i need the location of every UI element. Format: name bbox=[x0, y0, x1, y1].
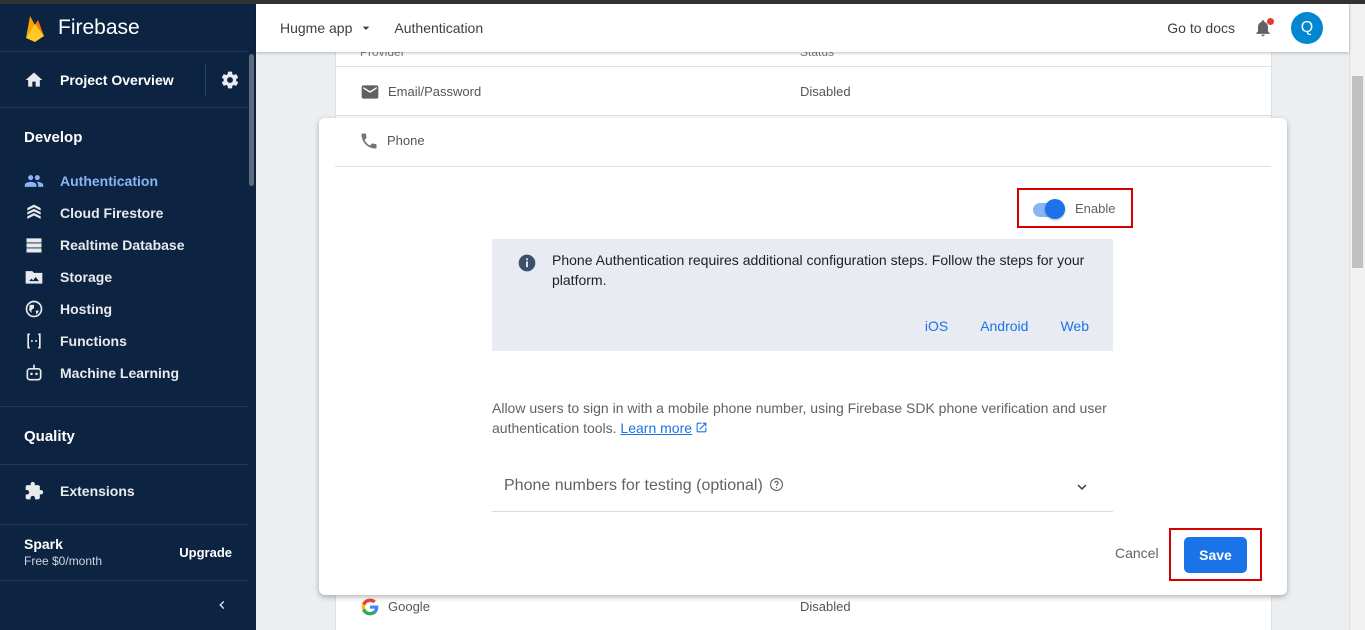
firebase-logo-icon bbox=[26, 15, 44, 42]
testing-numbers-label: Phone numbers for testing (optional) bbox=[504, 477, 784, 495]
storage-icon bbox=[24, 267, 44, 287]
database-icon bbox=[24, 235, 44, 255]
plan-name: Spark bbox=[24, 535, 63, 552]
quality-section-title[interactable]: Quality bbox=[0, 428, 256, 445]
sidebar-item-label: Hosting bbox=[60, 301, 113, 317]
sidebar-item-authentication[interactable]: Authentication bbox=[0, 165, 256, 197]
sidebar-item-label: Storage bbox=[60, 269, 113, 285]
avatar[interactable]: Q bbox=[1291, 12, 1323, 44]
brand-name: Firebase bbox=[58, 15, 140, 39]
sidebar-item-cloud-firestore[interactable]: Cloud Firestore bbox=[0, 197, 256, 229]
web-link[interactable]: Web bbox=[1060, 318, 1089, 334]
help-icon[interactable] bbox=[769, 477, 784, 492]
enable-label: Enable bbox=[1075, 201, 1116, 216]
project-overview-link[interactable]: Project Overview bbox=[60, 72, 205, 88]
phone-provider-card: Phone Enable Phone Authentication requir… bbox=[319, 118, 1287, 595]
go-to-docs-link[interactable]: Go to docs bbox=[1167, 20, 1235, 36]
provider-name: Google bbox=[388, 599, 430, 614]
page-title: Authentication bbox=[394, 20, 484, 36]
google-icon bbox=[361, 598, 379, 616]
enable-toggle-highlight: Enable bbox=[1017, 188, 1133, 228]
extensions-icon bbox=[24, 481, 44, 501]
sidebar: Firebase Project Overview Develop Authen… bbox=[0, 4, 256, 630]
phone-icon bbox=[361, 133, 377, 149]
project-selector[interactable]: Hugme app bbox=[280, 20, 374, 36]
save-button[interactable]: Save bbox=[1184, 537, 1247, 573]
sidebar-item-label: Machine Learning bbox=[60, 365, 180, 381]
sidebar-item-functions[interactable]: Functions bbox=[0, 325, 256, 357]
upgrade-button[interactable]: Upgrade bbox=[179, 545, 232, 560]
functions-icon bbox=[24, 331, 44, 351]
project-name: Hugme app bbox=[280, 20, 353, 36]
sidebar-scrollbar[interactable] bbox=[248, 4, 256, 630]
scrollbar-thumb[interactable] bbox=[249, 54, 254, 186]
develop-section-title[interactable]: Develop bbox=[0, 129, 256, 146]
info-icon bbox=[518, 254, 536, 272]
notification-dot bbox=[1267, 18, 1274, 25]
firebase-brand[interactable]: Firebase bbox=[0, 4, 256, 52]
sidebar-item-label: Realtime Database bbox=[60, 237, 185, 253]
divider bbox=[0, 464, 256, 465]
sidebar-item-label: Functions bbox=[60, 333, 127, 349]
page-scrollbar[interactable] bbox=[1349, 4, 1365, 630]
save-button-highlight: Save bbox=[1169, 528, 1262, 581]
description-text: Allow users to sign in with a mobile pho… bbox=[492, 400, 1107, 436]
chevron-left-icon bbox=[219, 601, 225, 609]
scrollbar-thumb[interactable] bbox=[1352, 76, 1363, 268]
enable-toggle[interactable] bbox=[1031, 199, 1067, 219]
toggle-knob bbox=[1045, 199, 1065, 219]
provider-status: Disabled bbox=[800, 84, 851, 99]
develop-nav: Authentication Cloud Firestore Realtime … bbox=[0, 165, 256, 389]
extensions-nav: Extensions bbox=[0, 475, 256, 507]
external-link-icon bbox=[696, 422, 707, 433]
divider bbox=[205, 63, 206, 96]
firestore-icon bbox=[24, 203, 44, 223]
plan-price: Free $0/month bbox=[24, 553, 103, 568]
sidebar-item-machine-learning[interactable]: Machine Learning bbox=[0, 357, 256, 389]
provider-name: Phone bbox=[387, 133, 425, 148]
home-icon bbox=[25, 72, 43, 87]
caret-down-icon bbox=[363, 26, 370, 30]
provider-name: Email/Password bbox=[388, 84, 482, 99]
project-overview-row: Project Overview bbox=[0, 52, 256, 108]
cancel-button[interactable]: Cancel bbox=[1115, 545, 1159, 561]
notifications-button[interactable] bbox=[1253, 18, 1274, 38]
ios-link[interactable]: iOS bbox=[925, 318, 948, 334]
plan-panel: Spark Free $0/month Upgrade bbox=[0, 524, 248, 580]
info-banner: Phone Authentication requires additional… bbox=[492, 239, 1113, 351]
platform-links: iOS Android Web bbox=[925, 318, 1089, 334]
sidebar-item-storage[interactable]: Storage bbox=[0, 261, 256, 293]
globe-icon bbox=[24, 299, 44, 319]
top-header: Hugme app Authentication Go to docs Q bbox=[256, 4, 1349, 52]
sidebar-item-hosting[interactable]: Hosting bbox=[0, 293, 256, 325]
chevron-down-icon bbox=[1077, 484, 1087, 490]
gear-icon[interactable] bbox=[220, 70, 240, 90]
sidebar-item-label: Authentication bbox=[60, 173, 158, 189]
people-icon bbox=[24, 171, 44, 191]
sidebar-item-label: Extensions bbox=[60, 483, 135, 499]
android-link[interactable]: Android bbox=[980, 318, 1028, 334]
mail-icon bbox=[361, 85, 379, 99]
sidebar-item-extensions[interactable]: Extensions bbox=[0, 475, 256, 507]
provider-row-email[interactable]: Email/Password Disabled bbox=[336, 67, 1271, 116]
collapse-sidebar-button[interactable] bbox=[0, 580, 248, 630]
testing-numbers-expander[interactable]: Phone numbers for testing (optional) bbox=[492, 462, 1113, 512]
card-header: Phone bbox=[335, 118, 1271, 167]
robot-icon bbox=[24, 363, 44, 383]
phone-auth-description: Allow users to sign in with a mobile pho… bbox=[492, 398, 1132, 438]
sidebar-item-label: Cloud Firestore bbox=[60, 205, 164, 221]
provider-status: Disabled bbox=[800, 599, 851, 614]
info-message: Phone Authentication requires additional… bbox=[552, 252, 1085, 288]
learn-more-link[interactable]: Learn more bbox=[620, 420, 708, 436]
sidebar-item-realtime-database[interactable]: Realtime Database bbox=[0, 229, 256, 261]
